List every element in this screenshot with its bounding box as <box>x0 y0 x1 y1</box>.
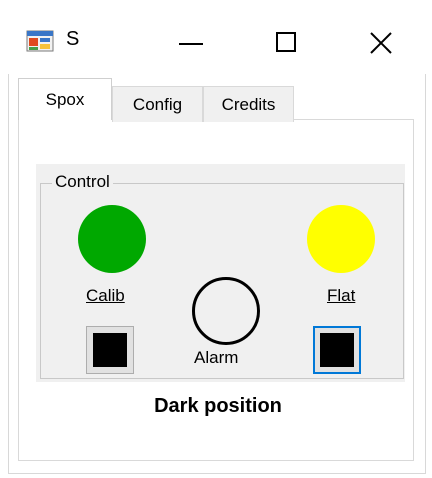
alarm-label: Alarm <box>194 348 239 367</box>
calib-button-swatch <box>93 333 127 367</box>
window-title: S <box>66 28 80 50</box>
minimize-icon <box>179 43 203 45</box>
tab-spox[interactable]: Spox <box>18 78 112 120</box>
flat-indicator-led <box>307 205 375 273</box>
tab-spox-label: Spox <box>45 89 85 109</box>
tab-config[interactable]: Config <box>112 86 203 122</box>
alarm-indicator-led <box>192 277 260 345</box>
tab-credits[interactable]: Credits <box>203 86 294 122</box>
app-icon <box>26 29 54 55</box>
flat-button-swatch <box>320 333 354 367</box>
status-text: Dark position <box>0 395 432 418</box>
tab-credits-label: Credits <box>221 94 276 114</box>
minimize-button[interactable] <box>150 14 230 74</box>
calib-indicator-led <box>78 205 146 273</box>
control-group-legend: Control <box>52 172 113 192</box>
calib-link[interactable]: Calib <box>86 286 125 306</box>
maximize-icon <box>276 32 296 52</box>
calib-button[interactable] <box>86 326 134 374</box>
flat-button[interactable] <box>313 326 361 374</box>
close-button[interactable] <box>342 14 422 74</box>
app-window: S Spox Config Credits Control Calib Flat… <box>0 0 432 478</box>
flat-link[interactable]: Flat <box>327 286 355 306</box>
dark-position-label: Dark position <box>154 395 282 417</box>
title-bar[interactable]: S <box>0 0 432 84</box>
tab-config-label: Config <box>132 94 183 114</box>
close-icon <box>370 32 392 54</box>
maximize-button[interactable] <box>248 14 328 74</box>
